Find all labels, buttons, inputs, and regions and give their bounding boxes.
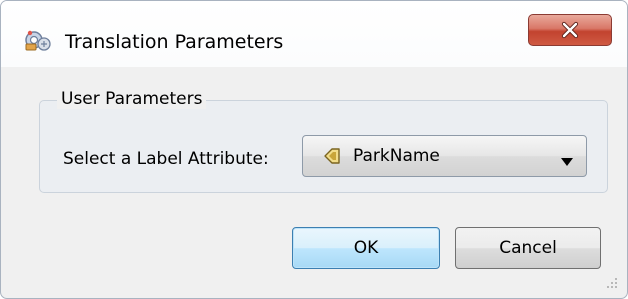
dialog-window: Translation Parameters User Parameters S… xyxy=(0,0,628,299)
title-bar[interactable]: Translation Parameters xyxy=(1,1,627,67)
close-button[interactable] xyxy=(528,14,612,46)
dialog-body: User Parameters Select a Label Attribute… xyxy=(7,67,621,292)
ok-button-label: OK xyxy=(353,238,379,258)
fme-workbench-icon xyxy=(23,29,53,53)
selected-attribute-value: ParkName xyxy=(353,146,440,166)
ok-button[interactable]: OK xyxy=(292,227,440,269)
window-title: Translation Parameters xyxy=(65,31,284,53)
resize-grip-icon[interactable] xyxy=(603,274,619,290)
chevron-down-icon xyxy=(560,152,574,166)
group-legend: User Parameters xyxy=(57,89,207,109)
attribute-tag-icon xyxy=(323,147,341,165)
label-attribute-select[interactable]: ParkName xyxy=(302,135,587,177)
close-x-icon xyxy=(560,21,580,39)
cancel-button-label: Cancel xyxy=(499,238,557,258)
cancel-button[interactable]: Cancel xyxy=(455,227,601,269)
label-attribute-label: Select a Label Attribute: xyxy=(63,149,269,169)
